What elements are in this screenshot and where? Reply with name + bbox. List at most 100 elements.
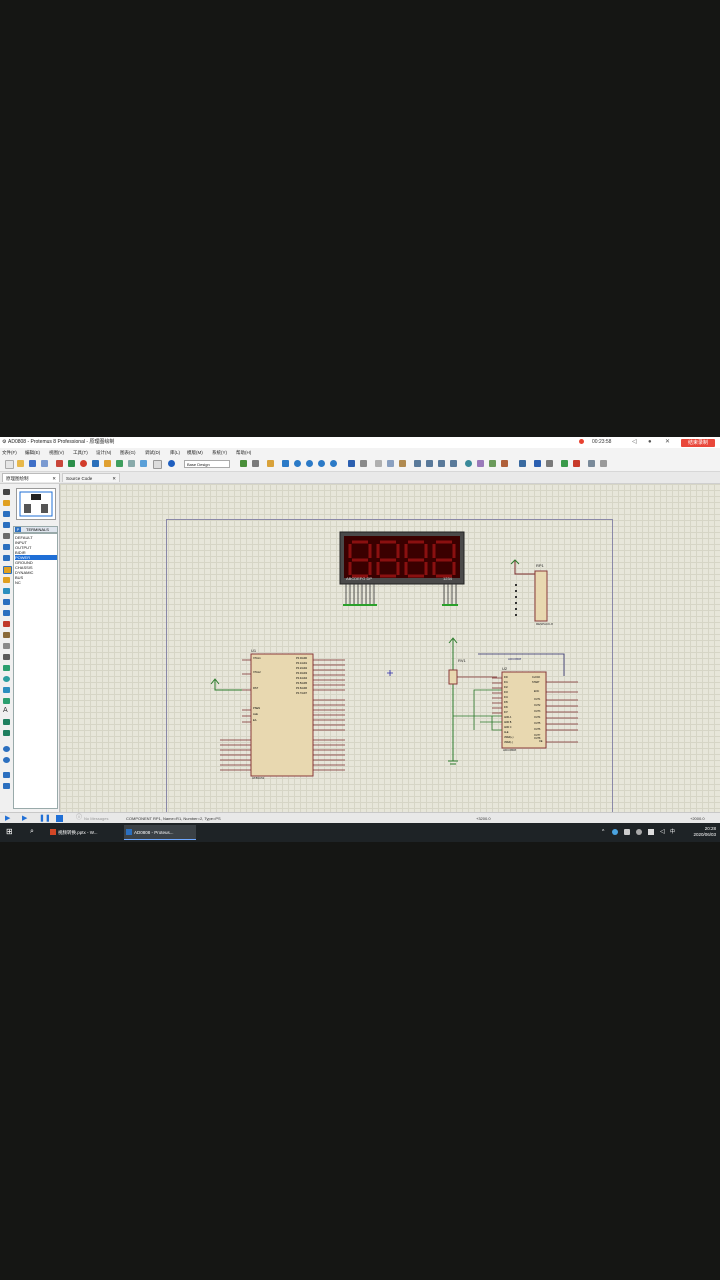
resistor-pack-rp1[interactable]	[510, 559, 548, 622]
potentiometer-rv1[interactable]	[448, 637, 497, 765]
origin-icon[interactable]	[267, 460, 274, 467]
2d-line-icon[interactable]	[3, 654, 10, 660]
taskbar-item-powerpoint[interactable]: 视频转换.pptx - W...	[48, 825, 120, 840]
tray-app-icon[interactable]	[612, 829, 618, 835]
close-icon[interactable]: ✕	[665, 439, 670, 446]
paste-icon[interactable]	[399, 460, 406, 467]
menu-view[interactable]: 视图(V)	[49, 448, 64, 457]
tray-ime-icon[interactable]: 中	[670, 828, 675, 836]
tray-network-icon[interactable]	[624, 829, 630, 835]
menu-graph[interactable]: 图表(G)	[120, 448, 136, 457]
windows-start-icon[interactable]: ⊞	[6, 827, 13, 837]
rotate-anticlockwise-icon[interactable]	[3, 757, 10, 763]
buses-mode-icon[interactable]	[3, 544, 10, 550]
schematic-icon[interactable]	[68, 460, 75, 467]
end-recording-button[interactable]: 结束录制	[681, 439, 715, 447]
zoom-area-icon[interactable]	[330, 460, 337, 467]
grid-icon[interactable]	[252, 460, 259, 467]
zoom-out-icon[interactable]	[306, 460, 313, 467]
rotate-clockwise-icon[interactable]	[3, 746, 10, 752]
text-script-mode-icon[interactable]	[3, 533, 10, 539]
save-icon[interactable]	[29, 460, 36, 467]
electrical-rule-check-icon[interactable]	[600, 460, 607, 467]
tab-schematic[interactable]: 原理图绘制 ✕	[2, 473, 60, 482]
tab-close-icon[interactable]: ✕	[112, 474, 116, 483]
gerber-icon[interactable]	[92, 460, 99, 467]
import-icon[interactable]	[41, 460, 48, 467]
wire-label-mode-icon[interactable]	[3, 522, 10, 528]
help-icon[interactable]	[168, 460, 175, 467]
tray-chevron-icon[interactable]: ^	[602, 827, 604, 837]
pick-devices-button[interactable]: P	[15, 527, 21, 532]
notes-icon[interactable]	[153, 460, 162, 469]
3d-view-icon[interactable]	[104, 460, 111, 467]
wire-autorouter-icon[interactable]	[519, 460, 526, 467]
source-code-icon[interactable]	[128, 460, 135, 467]
component-mode-icon[interactable]	[3, 500, 10, 506]
property-assign-icon[interactable]	[546, 460, 553, 467]
2d-text-icon[interactable]: A	[3, 707, 10, 714]
tray-monitor-icon[interactable]	[648, 829, 654, 835]
block-delete-icon[interactable]	[450, 460, 457, 467]
new-file-icon[interactable]	[5, 460, 14, 469]
tape-recorder-mode-icon[interactable]	[3, 599, 10, 605]
microphone-icon[interactable]: ●	[648, 439, 652, 446]
subcircuit-mode-icon[interactable]	[3, 555, 10, 561]
undo-icon[interactable]	[348, 460, 355, 467]
tab-source-code[interactable]: Source Code ✕	[62, 473, 120, 482]
overview-window[interactable]	[16, 488, 56, 520]
cut-icon[interactable]	[375, 460, 382, 467]
2d-marker-icon[interactable]	[3, 730, 10, 736]
menu-template[interactable]: 模版(M)	[187, 448, 203, 457]
menu-design[interactable]: 设计(N)	[96, 448, 111, 457]
current-probe-icon[interactable]	[3, 632, 10, 638]
voltage-probe-icon[interactable]	[3, 621, 10, 627]
make-device-icon[interactable]	[477, 460, 484, 467]
search-tag-icon[interactable]	[534, 460, 541, 467]
menu-tools[interactable]: 工具(T)	[73, 448, 88, 457]
design-select[interactable]: Base Design	[184, 460, 230, 468]
block-copy-icon[interactable]	[414, 460, 421, 467]
terminals-mode-icon[interactable]	[3, 566, 12, 574]
menu-edit[interactable]: 编辑(E)	[25, 448, 40, 457]
decompose-icon[interactable]	[501, 460, 508, 467]
taskbar-clock[interactable]: 20:28 2020/06/03	[693, 826, 716, 838]
stop-icon[interactable]	[56, 815, 63, 822]
zoom-all-icon[interactable]	[318, 460, 325, 467]
menu-file[interactable]: 文件(F)	[2, 448, 17, 457]
pcb-icon[interactable]	[80, 460, 87, 467]
bom-icon[interactable]	[116, 460, 123, 467]
menu-debug[interactable]: 调试(D)	[145, 448, 160, 457]
block-rotate-icon[interactable]	[438, 460, 445, 467]
remove-sheet-icon[interactable]	[573, 460, 580, 467]
taskbar-item-proteus[interactable]: AD0808 - Proteus...	[124, 825, 196, 840]
microcontroller-u1[interactable]	[210, 653, 345, 777]
schematic-canvas[interactable]: ABCDEFG DP 1234 8888 RP1 RESPACK-8 U1 AT…	[60, 484, 720, 812]
redo-icon[interactable]	[360, 460, 367, 467]
search-icon[interactable]: ⌕	[30, 827, 34, 837]
device-pins-mode-icon[interactable]	[3, 577, 10, 583]
list-item[interactable]: NC	[15, 580, 57, 585]
speaker-icon[interactable]: ◁	[632, 439, 637, 446]
tray-volume-icon[interactable]: ◁	[660, 828, 665, 836]
2d-circle-icon[interactable]	[3, 676, 10, 682]
junction-mode-icon[interactable]	[3, 511, 10, 517]
open-folder-icon[interactable]	[17, 460, 24, 467]
tray-app-icon[interactable]	[636, 829, 642, 835]
2d-path-icon[interactable]	[3, 698, 10, 704]
zoom-in-icon[interactable]	[294, 460, 301, 467]
home-icon[interactable]	[56, 460, 63, 467]
copy-icon[interactable]	[387, 460, 394, 467]
menu-help[interactable]: 帮助(H)	[236, 448, 251, 457]
x-mirror-icon[interactable]	[3, 772, 10, 778]
selection-mode-icon[interactable]	[3, 489, 10, 495]
2d-symbol-icon[interactable]	[3, 719, 10, 725]
menu-library[interactable]: 库(L)	[170, 448, 180, 457]
menu-system[interactable]: 系统(Y)	[212, 448, 227, 457]
seven-segment-display[interactable]	[339, 531, 465, 606]
pick-device-icon[interactable]	[465, 460, 472, 467]
graph-mode-icon[interactable]	[3, 588, 10, 594]
virtual-instruments-icon[interactable]	[3, 643, 10, 649]
2d-box-icon[interactable]	[3, 665, 10, 671]
generator-mode-icon[interactable]	[3, 610, 10, 616]
